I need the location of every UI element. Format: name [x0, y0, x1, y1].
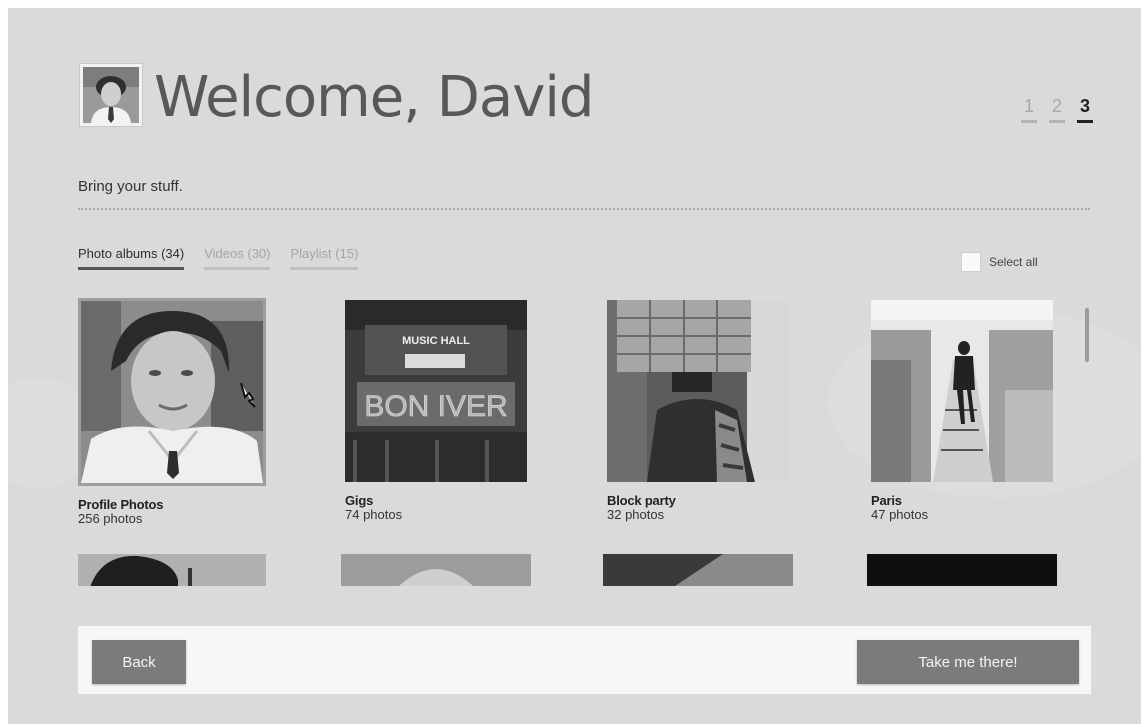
album-title: Paris [871, 493, 902, 508]
partial-photo-icon[interactable] [867, 554, 1057, 586]
step-2[interactable]: 2 [1049, 96, 1065, 123]
select-all-control[interactable]: Select all [961, 252, 1038, 272]
welcome-panel: ​ Welcome, David 1 2 3 Bring your stuff.… [8, 8, 1141, 724]
music-hall-sign: MUSIC HALL [402, 335, 470, 347]
album-card-paris[interactable]: Paris 47 photos [871, 298, 1059, 522]
media-tabs: Photo albums (34) Videos (30) Playlist (… [78, 246, 359, 270]
album-card-partial[interactable] [78, 554, 266, 586]
album-grid: Profile Photos 256 photos MUSIC HALL BON… [78, 298, 1068, 586]
partial-photo-icon[interactable] [78, 554, 266, 586]
memorial-photo-icon[interactable] [871, 300, 1053, 482]
back-button[interactable]: Back [92, 640, 186, 684]
page-subtitle: Bring your stuff. [78, 178, 183, 195]
dotted-divider [78, 208, 1090, 210]
album-card-profile-photos[interactable]: Profile Photos 256 photos [78, 298, 266, 526]
portrait-photo-image [81, 301, 263, 483]
album-card-partial[interactable] [341, 554, 531, 586]
partial-photo-icon[interactable] [603, 554, 793, 586]
step-1[interactable]: 1 [1021, 96, 1037, 123]
select-all-checkbox[interactable] [961, 252, 981, 272]
footer-bar: Back Take me there! [78, 626, 1091, 694]
take-me-there-button[interactable]: Take me there! [857, 640, 1079, 684]
tab-photo-albums[interactable]: Photo albums (34) [78, 246, 185, 270]
album-title: Block party [607, 493, 676, 508]
step-3[interactable]: 3 [1077, 96, 1093, 123]
album-card-partial[interactable] [603, 554, 793, 586]
step-indicator: 1 2 3 [1021, 96, 1093, 123]
cap-photo-image [78, 554, 266, 586]
music-hall-photo-icon[interactable]: MUSIC HALL BON IVER [345, 300, 527, 482]
bon-iver-sign: BON IVER [364, 390, 507, 423]
memorial-photo-image [871, 300, 1053, 482]
user-avatar [80, 64, 142, 126]
album-count: 32 photos [607, 507, 665, 522]
costume-photo-icon[interactable] [607, 300, 789, 482]
album-card-block-party[interactable]: Block party 32 photos [607, 298, 795, 522]
music-hall-photo-image: MUSIC HALL BON IVER [345, 300, 527, 482]
album-card-gigs[interactable]: MUSIC HALL BON IVER Gigs 74 photos [345, 298, 533, 522]
tab-playlist[interactable]: Playlist (15) [290, 246, 359, 270]
album-count: 256 photos [78, 511, 143, 526]
grid-scrollbar[interactable] [1085, 308, 1089, 362]
dark-photo-image [603, 554, 793, 586]
album-card-partial[interactable] [867, 554, 1057, 586]
page-title: Welcome, David [154, 65, 594, 130]
album-count: 74 photos [345, 507, 403, 522]
portrait-icon [83, 67, 139, 123]
round-photo-image [341, 554, 531, 586]
album-title: Profile Photos [78, 497, 164, 512]
partial-photo-icon[interactable] [341, 554, 531, 586]
costume-photo-image [607, 300, 789, 482]
album-count: 47 photos [871, 507, 929, 522]
tab-videos[interactable]: Videos (30) [204, 246, 271, 270]
select-all-label: Select all [989, 255, 1038, 269]
album-title: Gigs [345, 493, 374, 508]
portrait-photo-icon[interactable] [78, 298, 266, 486]
